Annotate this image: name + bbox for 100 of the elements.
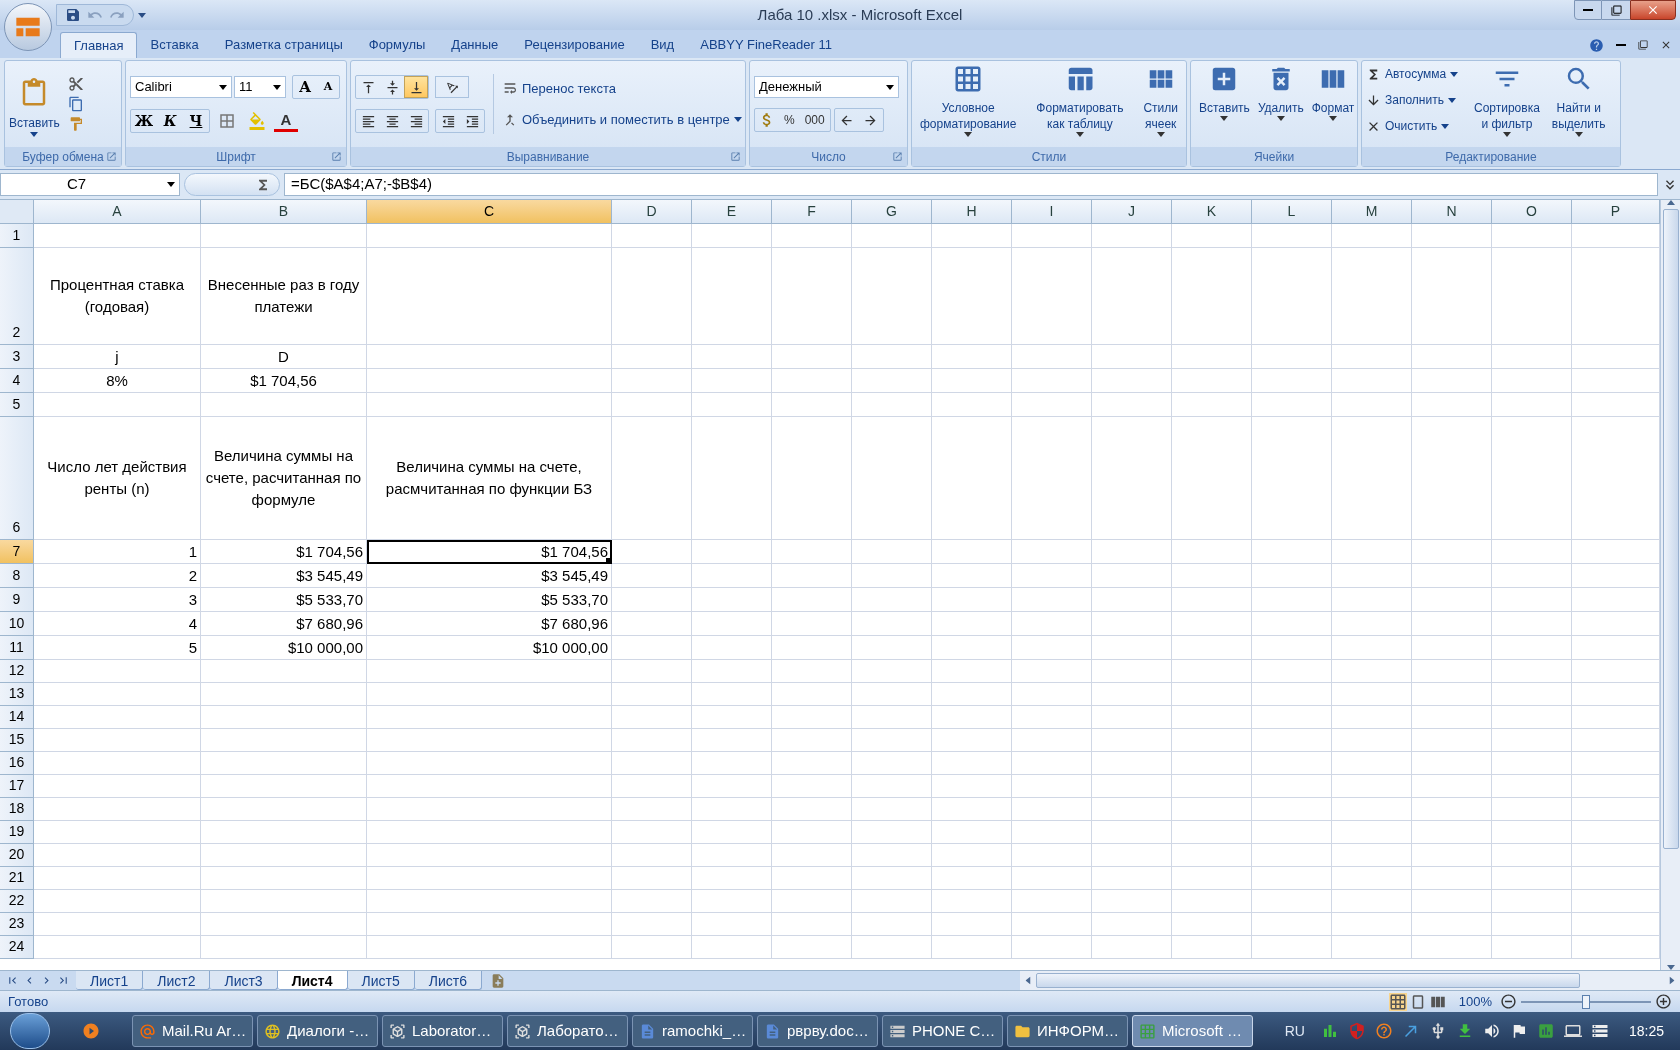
dialog-launcher-icon[interactable] [331,151,342,162]
language-indicator[interactable]: RU [1284,1020,1305,1042]
row-header[interactable]: 1 [0,224,34,248]
zoom-slider-thumb[interactable] [1582,994,1590,1009]
formula-field[interactable]: =БС($A$4;A7;-$B$4) [284,173,1658,196]
ribbon-button[interactable]: Условное форматирование [916,60,1021,148]
font-name-field[interactable]: Calibri [130,76,232,98]
minimize-button[interactable] [1574,0,1602,20]
taskbar-button[interactable]: Диалоги -… [257,1015,378,1047]
column-header[interactable]: F [772,200,852,223]
column-header[interactable]: D [612,200,692,223]
ribbon-tab[interactable]: Вид [637,32,688,58]
ribbon-button[interactable]: Формат [1307,60,1359,148]
font-color-button[interactable]: A [274,110,298,132]
row-header[interactable]: 16 [0,752,34,775]
font-style-button[interactable]: К [157,110,183,132]
ribbon-tab[interactable]: ABBYY FineReader 11 [687,32,845,58]
ribbon-tab[interactable]: Рецензирование [511,32,638,58]
row-header[interactable]: 21 [0,867,34,890]
orientation-button[interactable] [435,76,469,98]
row-header[interactable]: 11 [0,636,34,660]
ribbon-tab[interactable]: Данные [438,32,512,58]
row-header[interactable]: 18 [0,798,34,821]
restore-button[interactable] [1602,0,1630,20]
close-button[interactable] [1630,0,1676,20]
column-header[interactable]: E [692,200,772,223]
align-bottom-button[interactable] [404,76,428,98]
borders-icon[interactable] [218,112,236,130]
font-size-field[interactable]: 11 [234,76,286,98]
row-header[interactable]: 24 [0,936,34,959]
help-icon[interactable] [1589,37,1604,53]
column-header[interactable]: N [1412,200,1492,223]
editing-button[interactable]: Очистить [1366,116,1466,136]
row-header[interactable]: 15 [0,729,34,752]
font-style-button[interactable]: Ж [131,110,157,132]
column-header[interactable]: O [1492,200,1572,223]
restore-icon[interactable] [1638,40,1648,50]
row-header[interactable]: 9 [0,588,34,612]
row-header[interactable]: 19 [0,821,34,844]
shrink-font-button[interactable]: A [317,76,339,98]
dialog-launcher-icon[interactable] [106,151,117,162]
taskbar-button[interactable]: PHONE C… [882,1015,1003,1047]
row-header[interactable]: 20 [0,844,34,867]
column-header[interactable]: M [1332,200,1412,223]
dialog-launcher-icon[interactable] [730,151,741,162]
ribbon-tab[interactable]: Главная [60,32,138,58]
number-style-button[interactable]: % [779,109,800,131]
editing-button[interactable]: Заполнить [1366,90,1466,110]
number-format-field[interactable]: Денежный [754,76,899,98]
row-header[interactable]: 12 [0,660,34,683]
taskbar-button[interactable]: Laborator… [382,1015,503,1047]
taskbar-button[interactable]: рврву.doc… [757,1015,878,1047]
font-style-button[interactable]: Ч [183,110,209,132]
merge-center-button[interactable]: Объединить и поместить в центре [502,110,742,130]
storage-icon[interactable] [1590,1022,1609,1040]
sheet-tab[interactable]: Лист3 [210,971,278,990]
taskbar-button[interactable]: Microsoft … [1132,1015,1253,1047]
ribbon-button[interactable]: Стили ячеек [1139,60,1182,148]
column-header[interactable]: L [1252,200,1332,223]
row-header[interactable]: 23 [0,913,34,936]
scissors-icon[interactable] [67,75,84,92]
column-header[interactable]: G [852,200,932,223]
fill-handle[interactable] [606,558,611,563]
row-header[interactable]: 3 [0,345,34,369]
zoom-out-icon[interactable] [1500,993,1517,1010]
row-header[interactable]: 5 [0,393,34,417]
sheet-tab[interactable]: Лист6 [414,971,482,990]
row-header[interactable]: 6 [0,417,34,540]
sheet-tab[interactable]: Лист1 [76,971,144,990]
taskbar-button[interactable]: ИНФОРМ… [1007,1015,1128,1047]
column-header[interactable]: I [1012,200,1092,223]
taskbar-button[interactable]: Mail.Ru Ar… [132,1015,253,1047]
grow-font-button[interactable]: A [293,76,317,98]
chart-icon[interactable] [1536,1022,1555,1040]
fill-color-icon[interactable] [248,112,266,130]
save-icon[interactable] [65,7,81,23]
sheet-tab[interactable]: Лист5 [347,971,415,990]
column-header[interactable]: K [1172,200,1252,223]
row-header[interactable]: 22 [0,890,34,913]
sheet-tab[interactable]: Лист2 [143,971,211,990]
row-header[interactable]: 4 [0,369,34,393]
wrap-text-button[interactable]: Перенос текста [502,78,742,98]
editing-button[interactable]: Автосумма [1366,64,1466,84]
close-icon[interactable] [1660,39,1672,51]
start-button[interactable] [10,1013,50,1049]
sheet-tab[interactable]: Лист4 [277,971,348,990]
row-header[interactable]: 10 [0,612,34,636]
row-header[interactable]: 8 [0,564,34,588]
column-header[interactable]: J [1092,200,1172,223]
ribbon-tab[interactable]: Вставка [137,32,212,58]
ribbon-tab[interactable]: Разметка страницы [211,32,356,58]
horizontal-scrollbar[interactable] [1020,971,1680,990]
taskbar-button[interactable]: Лаборато… [507,1015,628,1047]
name-box[interactable]: C7 [0,173,180,196]
ribbon-button[interactable]: Удалить [1253,60,1308,148]
zoom-in-icon[interactable] [1655,993,1672,1010]
row-header[interactable]: 17 [0,775,34,798]
number-style-button[interactable]: 000 [799,109,830,131]
copy-icon[interactable] [67,95,84,112]
dialog-launcher-icon[interactable] [892,151,903,162]
